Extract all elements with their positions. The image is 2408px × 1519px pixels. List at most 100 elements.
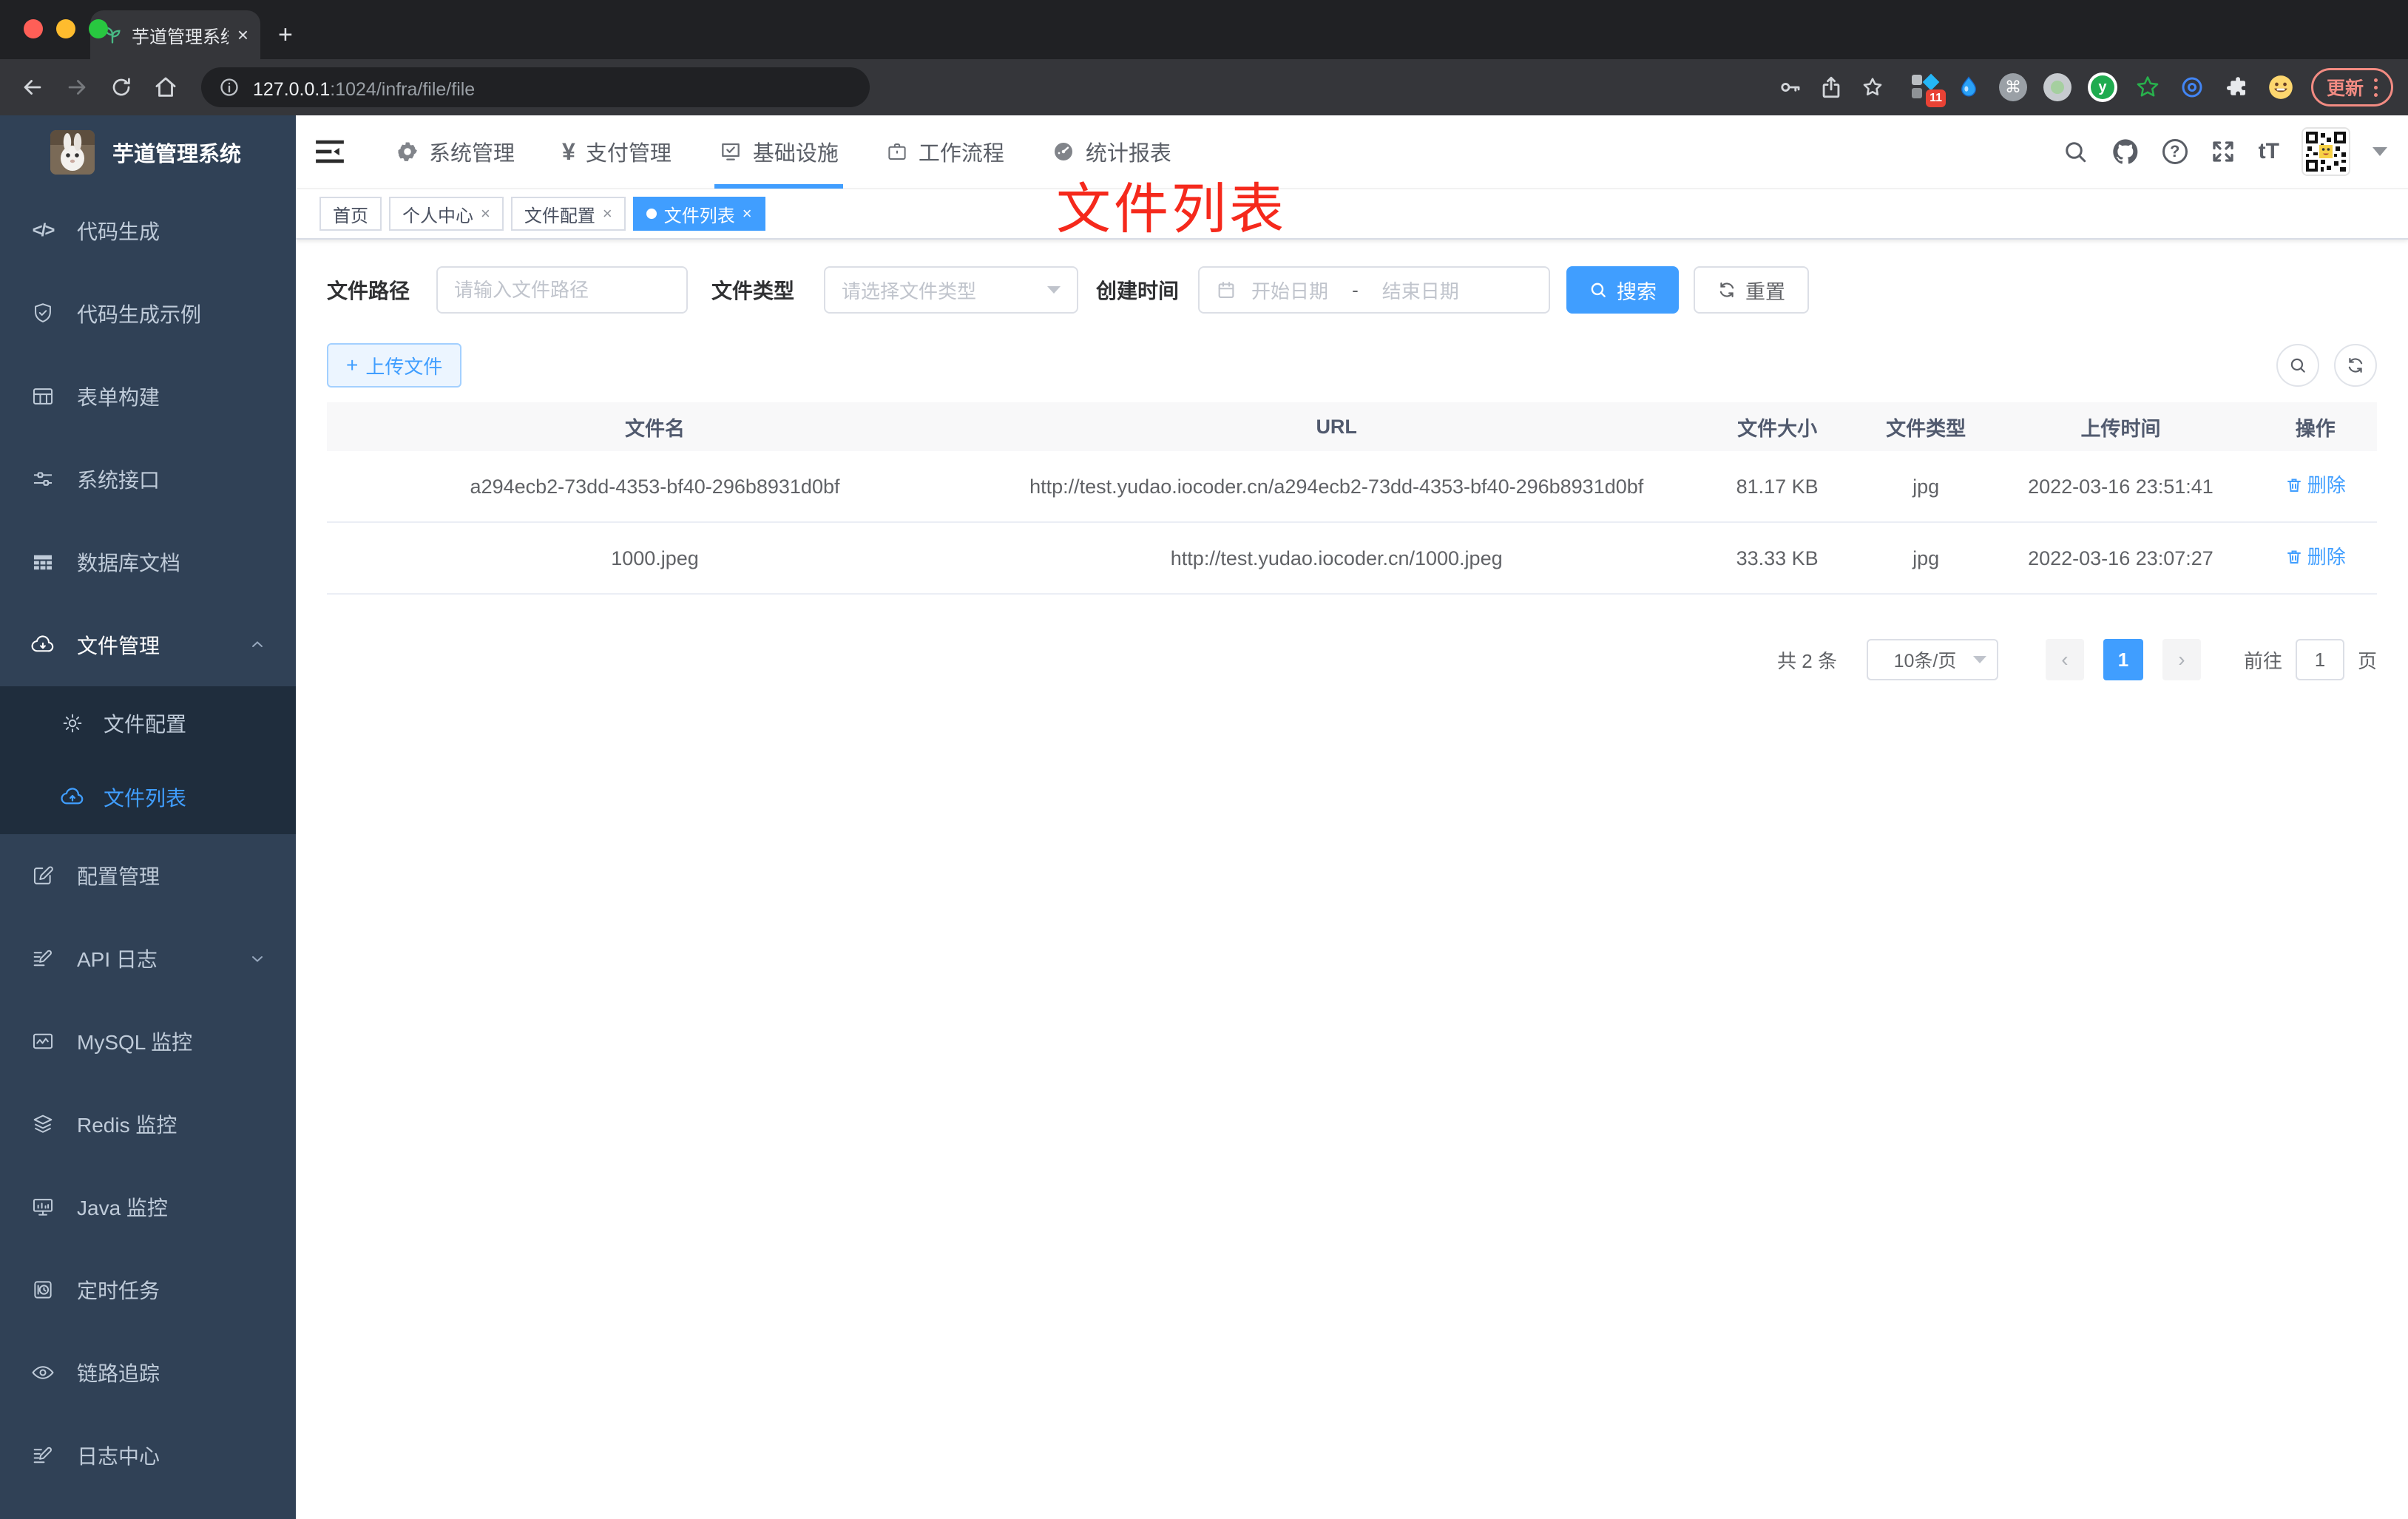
toggle-search-icon[interactable] xyxy=(2276,344,2319,387)
browser-menu-icon[interactable] xyxy=(2374,78,2378,97)
goto-label: 前往 xyxy=(2243,649,2282,672)
goto-page-input[interactable] xyxy=(2295,639,2344,680)
shield-check-icon xyxy=(30,300,56,327)
top-menu-system[interactable]: 系统管理 xyxy=(373,115,538,189)
sidebar-item-mysql-monitor[interactable]: MySQL 监控 xyxy=(0,1000,296,1083)
sidebar-item-config-manage[interactable]: 配置管理 xyxy=(0,834,296,917)
collapse-sidebar-icon[interactable] xyxy=(314,135,346,168)
delete-button[interactable]: 删除 xyxy=(2285,541,2346,573)
tag-close-icon[interactable]: × xyxy=(603,206,612,222)
github-icon[interactable] xyxy=(2111,137,2140,166)
sidebar-item-system-api[interactable]: 系统接口 xyxy=(0,438,296,521)
file-path-input[interactable] xyxy=(436,266,689,314)
reload-icon[interactable] xyxy=(104,70,139,105)
table-toolbar: + 上传文件 xyxy=(327,343,2377,388)
log-center-icon xyxy=(30,1442,56,1469)
next-page-button[interactable]: › xyxy=(2162,639,2201,680)
chevron-up-icon xyxy=(248,636,266,654)
page-size-select[interactable]: 10条/页 xyxy=(1866,639,1998,680)
goto-page: 前往 页 xyxy=(2244,639,2377,680)
sidebar-item-code-gen[interactable]: </> 代码生成 xyxy=(0,189,296,272)
reset-button[interactable]: 重置 xyxy=(1694,266,1810,314)
extension-drop-icon[interactable] xyxy=(1955,73,1983,101)
password-key-icon[interactable] xyxy=(1777,75,1802,100)
top-menu-workflow[interactable]: 工作流程 xyxy=(862,115,1028,189)
tag-close-icon[interactable]: × xyxy=(481,206,490,222)
bookmark-star-icon[interactable] xyxy=(1860,75,1885,100)
page-unit-label: 页 xyxy=(2357,649,2377,672)
upload-file-button[interactable]: + 上传文件 xyxy=(327,343,462,388)
sidebar-item-java-monitor[interactable]: Java 监控 xyxy=(0,1166,296,1248)
top-menu-infra[interactable]: 基础设施 xyxy=(695,115,862,189)
tag-file-config[interactable]: 文件配置 × xyxy=(510,197,626,231)
monitor-icon xyxy=(30,1194,56,1220)
browser-tab[interactable]: 芋道管理系统 × xyxy=(90,10,260,59)
help-icon[interactable]: ? xyxy=(2162,139,2188,164)
address-bar[interactable]: 127.0.0.1:1024/infra/file/file xyxy=(201,67,870,107)
sidebar-item-tracing[interactable]: 链路追踪 xyxy=(0,1331,296,1414)
refresh-table-icon[interactable] xyxy=(2334,344,2377,387)
extension-cmd-icon[interactable]: ⌘ xyxy=(1998,73,2027,101)
tag-file-list[interactable]: 文件列表 × xyxy=(632,197,765,231)
close-window-button[interactable] xyxy=(24,19,43,38)
cell-actions: 删除 xyxy=(2254,469,2377,504)
sidebar-item-api-log[interactable]: API 日志 xyxy=(0,917,296,1000)
sidebar-item-db-doc[interactable]: 数据库文档 xyxy=(0,521,296,603)
col-file-size: 文件大小 xyxy=(1737,417,1818,440)
tab-close-icon[interactable]: × xyxy=(237,25,248,44)
new-tab-button[interactable]: + xyxy=(278,22,293,47)
profile-emoji-icon[interactable] xyxy=(2267,73,2295,101)
home-icon[interactable] xyxy=(148,70,183,105)
search-button[interactable]: 搜索 xyxy=(1566,266,1680,314)
extension-rings-icon[interactable] xyxy=(2178,73,2206,101)
zoom-window-button[interactable] xyxy=(89,19,108,38)
cell-file-name: 1000.jpeg xyxy=(611,547,699,569)
share-icon[interactable] xyxy=(1819,75,1844,100)
navbar-actions: ? tT xyxy=(2062,127,2408,176)
back-icon[interactable] xyxy=(15,70,50,105)
logo-avatar xyxy=(50,130,95,175)
sidebar-item-file-list[interactable]: 文件列表 xyxy=(0,760,296,834)
user-avatar[interactable] xyxy=(2302,127,2350,176)
col-file-type: 文件类型 xyxy=(1886,417,1966,440)
forward-icon[interactable] xyxy=(59,70,95,105)
plus-icon: + xyxy=(346,353,359,376)
file-type-select[interactable]: 请选择文件类型 xyxy=(824,266,1079,314)
yen-icon: ¥ xyxy=(562,138,575,165)
avatar-caret-icon[interactable] xyxy=(2373,147,2387,156)
browser-update-button[interactable]: 更新 xyxy=(2310,68,2393,106)
chevron-down-icon xyxy=(1972,656,1986,663)
sidebar-item-file-config[interactable]: 文件配置 xyxy=(0,686,296,760)
sidebar-item-file-manage[interactable]: 文件管理 xyxy=(0,603,296,686)
site-info-icon[interactable] xyxy=(219,77,240,98)
extension-grid-icon[interactable]: 11 xyxy=(1910,73,1946,107)
file-path-label: 文件路径 xyxy=(327,280,410,302)
sidebar-item-redis-monitor[interactable]: Redis 监控 xyxy=(0,1083,296,1166)
table-tools xyxy=(2276,344,2377,387)
url-host: 127.0.0.1 xyxy=(253,78,331,100)
date-range-input[interactable]: 开始日期 - 结束日期 xyxy=(1198,266,1551,314)
sidebar-item-code-demo[interactable]: 代码生成示例 xyxy=(0,272,296,355)
prev-page-button[interactable]: ‹ xyxy=(2045,639,2084,680)
delete-button[interactable]: 删除 xyxy=(2285,469,2346,501)
sidebar-logo[interactable]: 芋道管理系统 xyxy=(0,115,296,189)
font-size-icon[interactable]: tT xyxy=(2259,139,2279,164)
page-1-button[interactable]: 1 xyxy=(2103,639,2143,680)
window-controls xyxy=(24,19,108,38)
tag-home[interactable]: 首页 xyxy=(319,197,382,231)
fullscreen-icon[interactable] xyxy=(2210,138,2236,165)
tag-profile[interactable]: 个人中心 × xyxy=(389,197,504,231)
sidebar-item-cron-job[interactable]: 定时任务 xyxy=(0,1248,296,1331)
sidebar-item-form-builder[interactable]: 表单构建 xyxy=(0,355,296,438)
minimize-window-button[interactable] xyxy=(56,19,75,38)
extension-dot-icon[interactable] xyxy=(2043,73,2072,101)
tag-close-icon[interactable]: × xyxy=(743,206,752,222)
extensions-puzzle-icon[interactable] xyxy=(2222,73,2250,101)
sidebar-item-log-center[interactable]: 日志中心 xyxy=(0,1414,296,1497)
extension-star-icon[interactable] xyxy=(2134,73,2162,101)
sliders-icon xyxy=(30,466,56,493)
table-row: 1000.jpeg http://test.yudao.iocoder.cn/1… xyxy=(327,523,2377,595)
extension-y-icon[interactable]: y xyxy=(2087,72,2117,102)
top-menu-pay[interactable]: ¥ 支付管理 xyxy=(538,115,695,189)
header-search-icon[interactable] xyxy=(2062,138,2089,165)
